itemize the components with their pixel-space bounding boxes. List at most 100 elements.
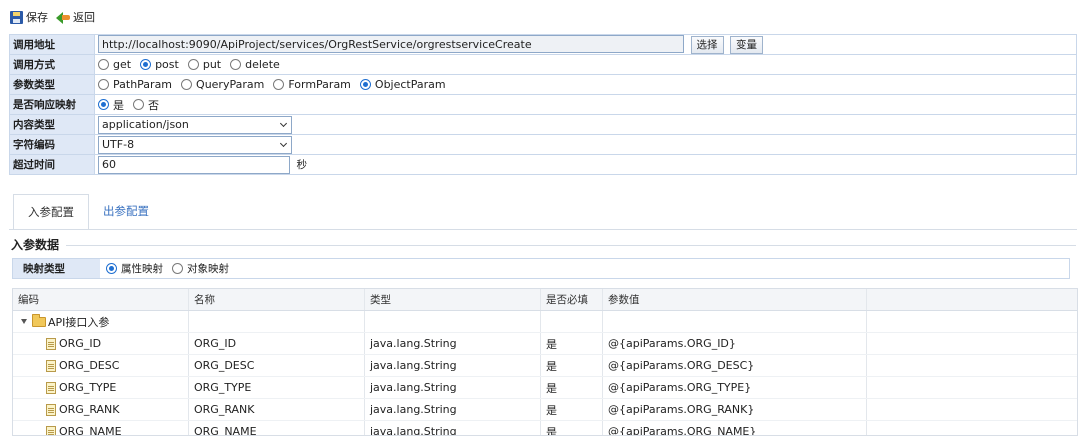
radio-button-icon[interactable]	[98, 59, 109, 70]
cell-type: java.lang.String	[370, 403, 457, 416]
method-option-label: post	[155, 58, 179, 71]
method-option-label: delete	[245, 58, 280, 71]
file-icon	[46, 403, 56, 416]
grid-header: 编码 名称 类型 是否必填 参数值	[13, 289, 1077, 311]
charset-value: UTF-8	[102, 138, 135, 151]
resp-map-option-label: 是	[113, 98, 124, 112]
grid-body: ORG_ID ORG_ID java.lang.String 是 @{apiParams…	[13, 333, 1077, 436]
radio-button-icon[interactable]	[230, 59, 242, 70]
map-type-option[interactable]: 属性映射	[106, 261, 163, 276]
cell-code: ORG_DESC	[59, 359, 120, 372]
method-option[interactable]: get	[98, 58, 131, 71]
table-row[interactable]: ORG_ID ORG_ID java.lang.String 是 @{apiParams…	[13, 333, 1077, 355]
resp-map-option[interactable]: 是	[98, 97, 124, 113]
column-header[interactable]: 编码	[13, 289, 189, 310]
radio-button-icon[interactable]	[273, 79, 285, 90]
method-option[interactable]: put	[187, 58, 222, 71]
param-type-option[interactable]: ObjectParam	[359, 78, 446, 91]
method-option[interactable]: delete	[230, 58, 280, 71]
table-row[interactable]: ORG_DESC ORG_DESC java.lang.String 是 @{apiPa…	[13, 355, 1077, 377]
config-form: 调用地址 选择 变量 调用方式 get post put delete 参数类型 Pa…	[9, 34, 1077, 175]
resp-map-option[interactable]: 否	[133, 97, 159, 113]
param-type-option[interactable]: PathParam	[98, 78, 172, 91]
cell-type: java.lang.String	[370, 381, 457, 394]
tab-input-params[interactable]: 入参配置	[13, 194, 89, 230]
param-type-radio-group: PathParam QueryParam FormParam ObjectParam	[98, 78, 1073, 91]
resp-map-radio-group: 是否	[98, 97, 1073, 113]
expand-triangle-icon[interactable]	[21, 319, 27, 324]
save-icon	[10, 10, 23, 24]
cell-type: java.lang.String	[370, 425, 457, 436]
radio-button-icon[interactable]	[140, 59, 152, 70]
select-button[interactable]: 选择	[690, 35, 724, 54]
url-field[interactable]	[98, 35, 684, 54]
variable-button[interactable]: 变量	[730, 35, 763, 54]
content-type-label: 内容类型	[9, 114, 95, 135]
param-type-option[interactable]: FormParam	[273, 78, 351, 91]
tree-root-row[interactable]: API接口入参	[13, 311, 1077, 333]
method-option-label: put	[202, 58, 222, 71]
radio-button-icon[interactable]	[181, 79, 193, 90]
map-type-option[interactable]: 对象映射	[172, 261, 229, 276]
cell-required: 是	[546, 337, 557, 351]
charset-label: 字符编码	[9, 134, 95, 155]
save-button[interactable]: 保存	[10, 9, 48, 25]
radio-button-icon[interactable]	[106, 263, 117, 274]
table-row[interactable]: ORG_RANK ORG_RANK java.lang.String 是 @{apiPa…	[13, 399, 1077, 421]
cell-value: @{apiParams.ORG_ID}	[608, 337, 736, 350]
method-radio-group: get post put delete	[98, 58, 1073, 71]
radio-button-icon[interactable]	[98, 99, 109, 110]
cell-code: ORG_TYPE	[59, 381, 117, 394]
column-header[interactable]: 是否必填	[541, 289, 603, 310]
param-type-option[interactable]: QueryParam	[181, 78, 264, 91]
file-icon	[46, 425, 56, 435]
cell-name: ORG_RANK	[194, 403, 255, 416]
cell-name: ORG_TYPE	[194, 381, 252, 394]
timeout-field[interactable]	[98, 155, 290, 174]
section-title: 入参数据	[11, 238, 60, 252]
chevron-down-icon	[280, 121, 288, 129]
param-type-option-label: PathParam	[113, 78, 173, 91]
column-header[interactable]: 参数值	[603, 289, 867, 310]
cell-code: ORG_NAME	[59, 425, 122, 436]
params-grid: 编码 名称 类型 是否必填 参数值 API接口入参 ORG_ID ORG_ID java.l…	[12, 288, 1078, 436]
map-type-option-label: 属性映射	[121, 263, 163, 275]
timeout-label: 超过时间	[9, 154, 95, 175]
table-row[interactable]: ORG_NAME ORG_NAME java.lang.String 是 @{apiPa…	[13, 421, 1077, 436]
param-type-label: 参数类型	[9, 74, 95, 95]
cell-value: @{apiParams.ORG_DESC}	[608, 359, 755, 372]
back-arrow-icon	[56, 11, 70, 24]
method-label: 调用方式	[9, 54, 95, 75]
radio-button-icon[interactable]	[359, 79, 371, 90]
radio-button-icon[interactable]	[187, 59, 199, 70]
content-type-select[interactable]: application/json	[98, 115, 292, 134]
radio-button-icon[interactable]	[172, 263, 183, 274]
save-label: 保存	[26, 11, 48, 24]
cell-type: java.lang.String	[370, 359, 457, 372]
column-header[interactable]: 类型	[365, 289, 541, 310]
column-header[interactable]: 名称	[189, 289, 365, 310]
table-row[interactable]: ORG_TYPE ORG_TYPE java.lang.String 是 @{apiPa…	[13, 377, 1077, 399]
tab-divider	[9, 229, 1077, 230]
url-row: 调用地址 选择 变量	[9, 34, 1077, 55]
back-label: 返回	[73, 11, 95, 24]
cell-code: ORG_ID	[59, 337, 102, 350]
tab-output-params[interactable]: 出参配置	[89, 194, 163, 230]
charset-row: 字符编码 UTF-8	[9, 134, 1077, 155]
file-icon	[46, 359, 56, 372]
radio-button-icon[interactable]	[133, 99, 144, 110]
map-type-radio-group: 属性映射 对象映射	[106, 261, 229, 276]
map-type-row: 映射类型 属性映射 对象映射	[12, 258, 1070, 279]
cell-name: ORG_DESC	[194, 359, 255, 372]
radio-button-icon[interactable]	[98, 79, 109, 90]
method-option-label: get	[113, 58, 132, 71]
cell-value: @{apiParams.ORG_NAME}	[608, 425, 757, 436]
timeout-unit: 秒	[296, 159, 308, 171]
back-button[interactable]: 返回	[56, 9, 95, 25]
toolbar: 保存 返回	[10, 7, 95, 27]
file-icon	[46, 381, 56, 394]
method-option[interactable]: post	[140, 58, 179, 71]
cell-required: 是	[546, 403, 557, 417]
charset-select[interactable]: UTF-8	[98, 135, 292, 154]
resp-map-label: 是否响应映射	[9, 94, 95, 115]
